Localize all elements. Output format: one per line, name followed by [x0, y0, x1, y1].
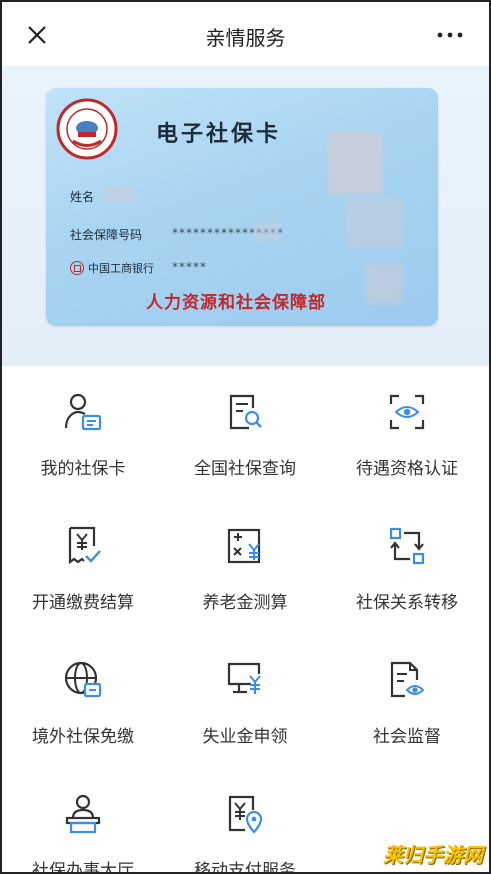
card-issuer: 人力资源和社会保障部: [146, 293, 326, 313]
service-payment-settlement[interactable]: 开通缴费结算: [2, 500, 164, 634]
service-overseas-exempt[interactable]: 境外社保免缴: [2, 634, 164, 768]
bank-info: 中国工商银行: [70, 260, 154, 276]
card-title: 电子社保卡: [156, 121, 282, 147]
number-blur: [254, 222, 280, 240]
chip-placeholder: [366, 264, 402, 304]
service-mobile-payment[interactable]: 移动支付服务: [164, 768, 326, 874]
photo-placeholder: [328, 132, 382, 194]
service-label: 社保关系转移: [356, 593, 458, 613]
page-title: 亲情服务: [205, 26, 286, 50]
receipt-yen-check-icon: [68, 526, 101, 565]
bank-label: 中国工商银行: [88, 262, 154, 275]
globe-card-icon: [64, 661, 102, 698]
document-eye-icon: [390, 661, 425, 698]
service-unemployment-claim[interactable]: 失业金申领: [164, 634, 326, 768]
service-label: 开通缴费结算: [32, 593, 134, 613]
service-label: 养老金测算: [202, 593, 288, 613]
transfer-icon: [389, 527, 425, 565]
service-label: 移动支付服务: [194, 861, 296, 874]
number-label: 社会保障号码: [70, 228, 143, 242]
watermark: 莱归手游网: [383, 843, 483, 867]
social-security-seal-icon: [56, 98, 118, 160]
service-relation-transfer[interactable]: 社保关系转移: [326, 500, 488, 634]
app-frame: 亲情服务 电子社保卡 姓名 社会保障号码 **************** 中国…: [0, 0, 491, 874]
service-hall[interactable]: 社保办事大厅: [2, 768, 164, 874]
receipt-location-icon: [228, 795, 263, 834]
service-social-supervision[interactable]: 社会监督: [326, 634, 488, 768]
service-label: 待遇资格认证: [356, 459, 458, 479]
service-label: 社会监督: [373, 727, 441, 747]
service-label: 我的社保卡: [40, 459, 126, 479]
service-national-query[interactable]: 全国社保查询: [164, 366, 326, 500]
monitor-yen-icon: [227, 662, 261, 694]
eye-scan-icon: [389, 394, 425, 430]
service-my-card[interactable]: 我的社保卡: [2, 366, 164, 500]
service-label: 境外社保免缴: [32, 727, 134, 747]
user-card-icon: [64, 393, 102, 431]
service-pension-calc[interactable]: 养老金测算: [164, 500, 326, 634]
service-label: 全国社保查询: [194, 459, 296, 479]
service-qualification-auth[interactable]: 待遇资格认证: [326, 366, 488, 500]
calculator-yen-icon: [227, 528, 261, 564]
service-label: 失业金申领: [202, 727, 288, 747]
photo-placeholder: [346, 198, 402, 248]
name-label: 姓名: [70, 190, 95, 204]
social-security-card[interactable]: 电子社保卡 姓名 社会保障号码 **************** 中国工商银行 …: [46, 88, 438, 326]
service-label: 社保办事大厅: [32, 861, 134, 874]
icbc-logo-icon: [70, 261, 84, 275]
title-bar: 亲情服务: [2, 2, 489, 66]
service-hall-icon: [65, 794, 101, 834]
card-banner: 电子社保卡 姓名 社会保障号码 **************** 中国工商银行 …: [2, 66, 489, 366]
bank-mask: *****: [172, 260, 207, 274]
document-search-icon: [229, 394, 262, 430]
name-blur: [104, 186, 134, 202]
more-options-icon[interactable]: [435, 26, 465, 44]
